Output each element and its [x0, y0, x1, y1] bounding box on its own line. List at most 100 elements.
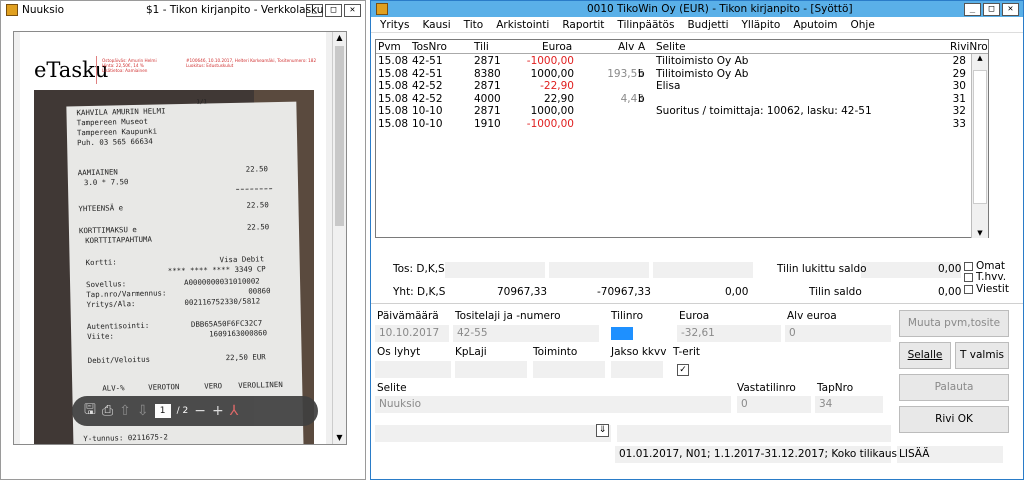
cell-selite: Elisa [656, 80, 681, 92]
receipt-line: Tap.nro/Varmennus: [86, 288, 167, 300]
maximize-icon[interactable]: □ [983, 2, 1000, 16]
cell-rivinro: 32 [952, 105, 966, 117]
thvv-checkbox[interactable] [964, 273, 973, 282]
lukittu-value: 0,00 [938, 263, 962, 275]
oslyhyt-field[interactable] [375, 361, 451, 378]
cell-euroa: -22,90 [540, 80, 574, 92]
col-tosnro[interactable]: TosNro [412, 41, 447, 53]
cell-tili: 8380 [474, 67, 501, 80]
table-row[interactable]: 15.08 42-51 8380 1000,00 193,55 b Tilitoimisto… [376, 68, 966, 80]
cell-rivinro: 28 [952, 55, 966, 67]
receipt-line: AAMIAINEN [77, 167, 118, 178]
grid-scrollbar[interactable]: ▲ ▼ [971, 54, 988, 238]
col-tili[interactable]: Tili [474, 41, 489, 53]
selite-label: Selite [377, 382, 407, 394]
valmis-button[interactable]: T valmis [955, 342, 1009, 369]
tapnro-label: TapNro [817, 382, 854, 394]
yht-saldo: 0,00 [725, 286, 749, 298]
table-row[interactable]: 15.08 10-10 1910 -1000,00 33 [376, 118, 966, 130]
selite-value: Nuuksio [379, 398, 422, 410]
page-down-icon[interactable]: ⇩ [137, 403, 149, 419]
pdf-viewer[interactable]: eTasku Ostopäiväs: Amurin Helmi Hinta: 2… [13, 31, 347, 445]
cell-rivinro: 33 [952, 117, 966, 130]
page-number-input[interactable]: 1 [154, 404, 171, 418]
maximize-icon[interactable]: □ [325, 3, 342, 17]
paivamaara-label: Päivämäärä [377, 310, 439, 322]
cell-pvm: 15.08 [378, 105, 409, 117]
entries-grid[interactable]: Pvm TosNro Tili Euroa Alv A Selite RiviN… [375, 39, 989, 238]
menu-item[interactable]: Arkistointi [490, 19, 556, 31]
table-row[interactable]: 15.08 10-10 2871 1000,00 Suoritus / toimitta… [376, 105, 966, 117]
menu-item[interactable]: Tito [458, 19, 491, 31]
menu-item[interactable]: Ylläpito [736, 19, 788, 31]
receipt-line: KORTTIMAKSU e [78, 224, 137, 236]
col-selite[interactable]: Selite [656, 41, 686, 53]
close-icon[interactable]: ✕ [344, 3, 361, 17]
vastatili-value: 0 [741, 398, 748, 410]
kplaji-field[interactable] [455, 361, 527, 378]
receipt-line: VEROTON [148, 382, 180, 392]
acrobat-icon[interactable]: ⅄ [230, 403, 239, 419]
vastatili-field[interactable] [737, 396, 811, 413]
table-row[interactable]: 15.08 42-52 4000 22,90 4,43 b 31 [376, 93, 966, 105]
menu-item[interactable]: Budjetti [681, 19, 735, 31]
print-icon[interactable]: ⎙ [102, 403, 113, 419]
omat-checkbox[interactable] [964, 262, 973, 271]
extra-field-2[interactable] [617, 425, 891, 442]
menu-item[interactable]: Tilinpäätös [611, 19, 681, 31]
cell-tosnro: 42-52 [412, 92, 443, 105]
table-row[interactable]: 15.08 42-52 2871 -22,90 Elisa 30 [376, 80, 966, 92]
download-icon[interactable]: ⇓ [596, 424, 609, 437]
euroa-label: Euroa [679, 310, 710, 322]
tapnro-value: 34 [819, 398, 833, 410]
selite-field[interactable] [375, 396, 731, 413]
toiminto-field[interactable] [533, 361, 605, 378]
terit-checkbox[interactable]: ✓ [677, 364, 689, 376]
cell-pvm: 15.08 [378, 67, 409, 80]
right-titlebar: 0010 TikoWin Oy (EUR) - Tikon kirjanpito… [371, 1, 1023, 17]
zoom-out-icon[interactable]: − [194, 403, 206, 419]
rivi-ok-button[interactable]: Rivi OK [899, 406, 1009, 433]
viestit-checkbox[interactable] [964, 285, 973, 294]
menu-item[interactable]: Kausi [416, 19, 457, 31]
close-icon[interactable]: ✕ [1002, 2, 1019, 16]
cell-tili: 1910 [474, 117, 501, 130]
menu-item[interactable]: Ohje [845, 19, 882, 31]
save-icon[interactable]: 🖫 [84, 399, 96, 423]
col-pvm[interactable]: Pvm [378, 41, 401, 53]
zoom-in-icon[interactable]: + [212, 403, 224, 419]
page-total: / 2 [176, 406, 189, 416]
col-euroa[interactable]: Euroa [542, 41, 572, 53]
palauta-button[interactable]: Palauta [899, 374, 1009, 401]
col-rivinro[interactable]: RiviNro [950, 41, 988, 53]
left-titlebar: Nuuksio $1 - Tikon kirjanpito - Verkkola… [1, 1, 365, 19]
lukittu-label: Tilin lukittu saldo [777, 263, 867, 275]
alveuroa-value: 0 [789, 327, 796, 339]
menu-item[interactable]: Aputoim [787, 19, 844, 31]
receipt-line: 22,50 EUR [225, 352, 266, 363]
tilinro-field[interactable] [611, 327, 633, 340]
saldo-value: 0,00 [938, 286, 962, 298]
menu-item[interactable]: Raportit [556, 19, 611, 31]
cell-pvm: 15.08 [378, 80, 409, 92]
minimize-icon[interactable]: _ [964, 2, 981, 16]
receipt-line: KAHVILA AMURIN HELMI [76, 106, 166, 118]
receipt-line: ALV-% [102, 383, 125, 393]
extra-field[interactable] [375, 425, 611, 442]
receipt-line: Tampereen Kaupunki [76, 126, 158, 138]
table-row[interactable]: 15.08 42-51 2871 -1000,00 Tilitoimisto Oy Ab… [376, 55, 966, 67]
muuta-button[interactable]: Muuta pvm,tosite [899, 310, 1009, 337]
receipt-line: 1609163000860 [209, 328, 268, 339]
receipt-line: Puh. 03 565 66634 [77, 136, 153, 148]
menu-item[interactable]: Yritys [374, 19, 416, 31]
oslyhyt-label: Os lyhyt [377, 346, 421, 358]
alveuroa-field[interactable] [785, 325, 891, 342]
col-alv[interactable]: Alv [618, 41, 634, 53]
pdf-scrollbar[interactable]: ▲ ▼ [332, 32, 346, 444]
receipt: 1/1 KAHVILA AMURIN HELMI Tampereen Museot… [66, 98, 304, 444]
jakso-field[interactable] [611, 361, 663, 378]
cell-selite: Tilitoimisto Oy Ab [656, 67, 749, 80]
selalle-button[interactable]: Selalle [899, 342, 951, 369]
page-up-icon[interactable]: ⇧ [119, 403, 131, 419]
col-a[interactable]: A [638, 41, 645, 53]
